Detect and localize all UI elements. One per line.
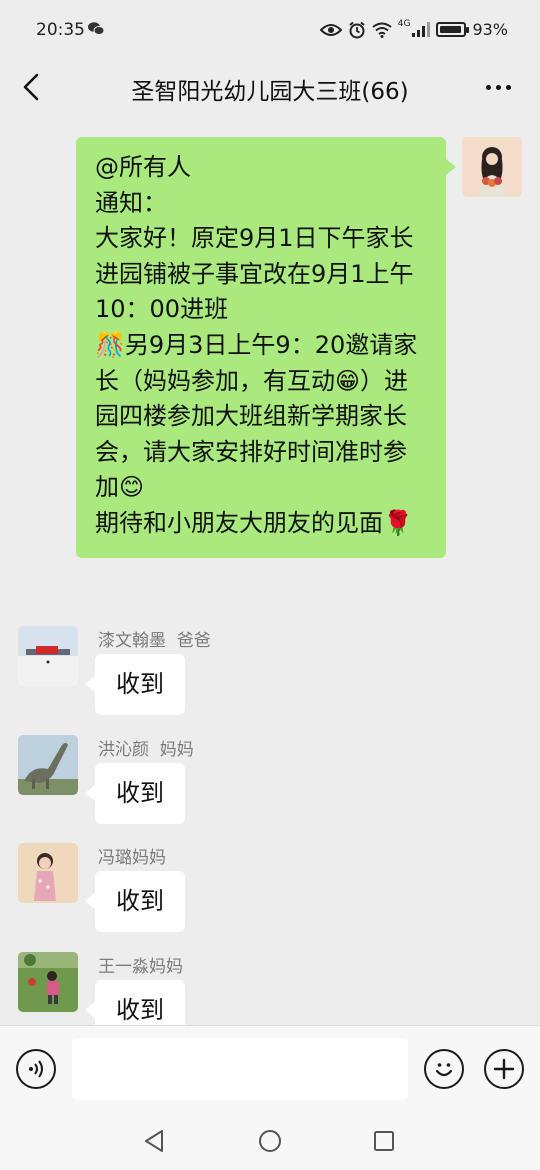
chevron-left-icon xyxy=(23,73,39,101)
status-icons: 4G 93% xyxy=(319,18,508,39)
signal-icon xyxy=(412,22,431,37)
more-dot xyxy=(505,84,511,90)
back-button[interactable] xyxy=(14,70,48,104)
battery-icon xyxy=(436,22,470,37)
chat-title: 圣智阳光幼儿园大三班(66) xyxy=(131,79,409,105)
message-row: 漆文翰墨 爸爸 收到 xyxy=(0,626,540,726)
battery-percent: 93% xyxy=(472,20,508,39)
self-avatar[interactable] xyxy=(462,137,522,197)
sender-name: 洪沁颜 妈妈 xyxy=(98,740,194,760)
voice-button[interactable] xyxy=(16,1049,56,1089)
input-bar xyxy=(0,1025,540,1110)
sender-name: 冯璐妈妈 xyxy=(98,848,166,868)
wechat-notification-icon xyxy=(88,22,104,35)
nav-back-icon[interactable] xyxy=(143,1129,165,1153)
message-row: 洪沁颜 妈妈 收到 xyxy=(0,735,540,835)
sender-name: 王一淼妈妈 xyxy=(98,957,183,977)
more-button[interactable] xyxy=(478,70,518,104)
member-avatar[interactable] xyxy=(18,626,78,686)
message-row: 冯璐妈妈 收到 xyxy=(0,843,540,943)
member-avatar[interactable] xyxy=(18,735,78,795)
message-bubble[interactable]: 收到 xyxy=(85,654,185,715)
self-message-bubble[interactable]: @所有人 通知： 大家好！原定9月1日下午家长进园铺被子事宜改在9月1上午10：… xyxy=(76,137,456,558)
add-button[interactable] xyxy=(484,1049,524,1089)
message-bubble[interactable]: 收到 xyxy=(85,763,185,824)
chat-area[interactable]: @所有人 通知： 大家好！原定9月1日下午家长进园铺被子事宜改在9月1上午10：… xyxy=(0,120,540,1025)
voice-icon xyxy=(29,1060,43,1078)
chat-header: 圣智阳光幼儿园大三班(66) xyxy=(0,60,540,120)
system-nav-bar xyxy=(0,1110,540,1170)
more-dot xyxy=(495,84,501,90)
more-dot xyxy=(485,84,491,90)
message-row: 王一淼妈妈 收到 xyxy=(0,952,540,1025)
wifi-icon xyxy=(372,22,392,38)
alarm-icon xyxy=(349,21,365,38)
emoji-button[interactable] xyxy=(424,1049,464,1089)
eye-icon xyxy=(319,23,342,36)
sender-name: 漆文翰墨 爸爸 xyxy=(98,631,211,651)
emoji-icon xyxy=(435,1063,453,1077)
status-bar: 20:35 4G 93% xyxy=(0,0,540,60)
message-bubble[interactable]: 收到 xyxy=(85,871,185,932)
plus-icon xyxy=(493,1058,515,1080)
nav-home-icon[interactable] xyxy=(258,1129,282,1153)
member-avatar[interactable] xyxy=(18,952,78,1012)
nav-recent-icon[interactable] xyxy=(374,1131,394,1151)
message-input[interactable] xyxy=(72,1038,408,1100)
message-bubble[interactable]: 收到 xyxy=(85,980,185,1025)
status-time: 20:35 xyxy=(36,20,85,40)
network-type: 4G xyxy=(397,18,411,29)
member-avatar[interactable] xyxy=(18,843,78,903)
